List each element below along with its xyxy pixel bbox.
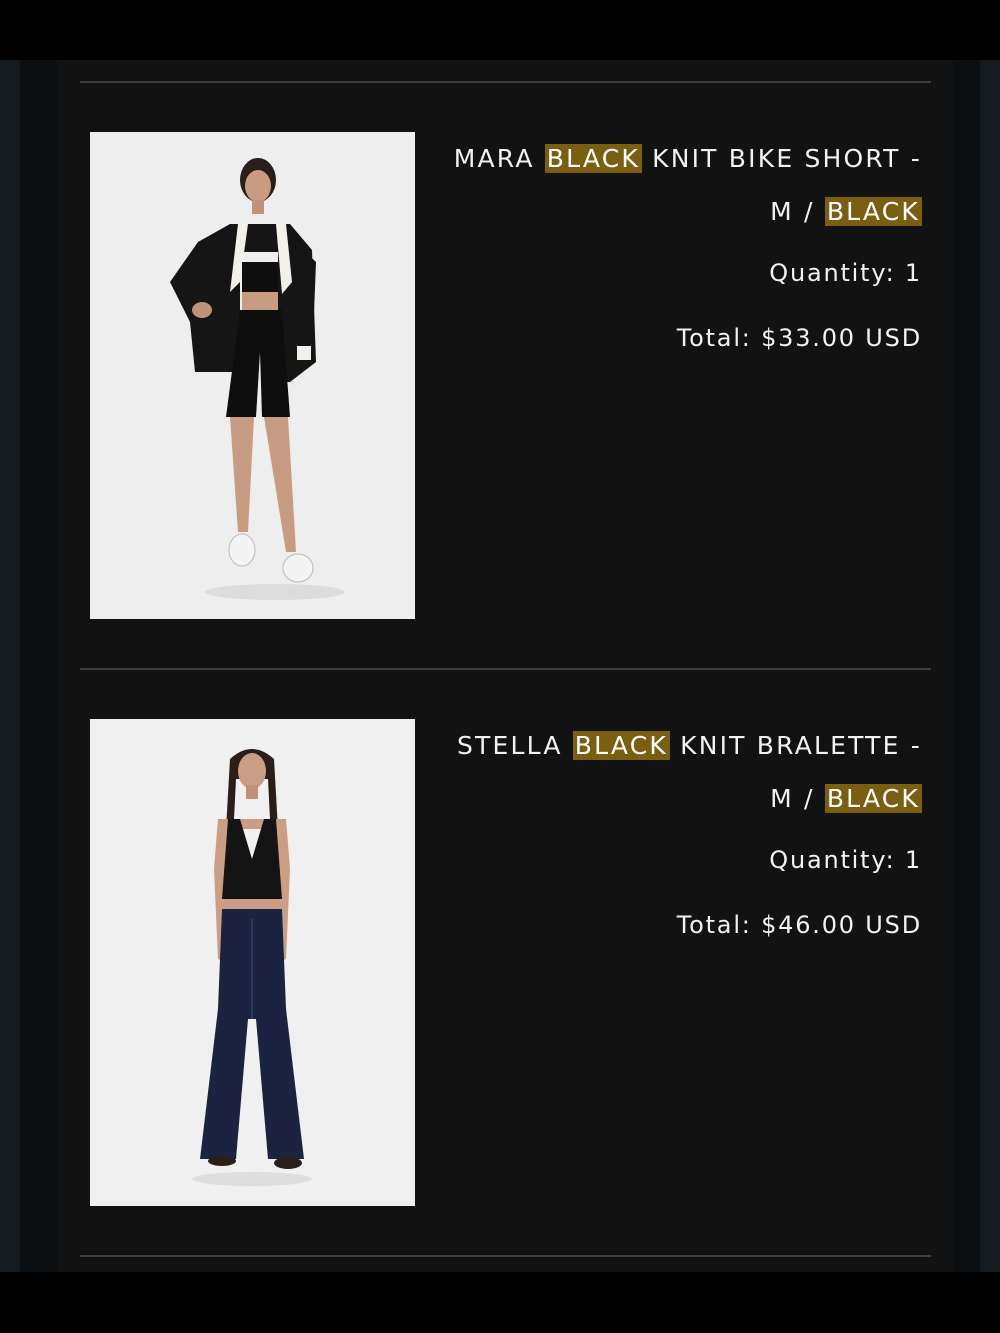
variant-highlight: BLACK: [824, 197, 922, 226]
product-info: MARA BLACK KNIT BIKE SHORT - M / BLACK Q…: [430, 132, 922, 352]
top-status-bar: [0, 0, 1000, 60]
item-divider: [80, 668, 931, 670]
product-info: STELLA BLACK KNIT BRALETTE - M / BLACK Q…: [430, 719, 922, 939]
title-prefix: STELLA: [456, 731, 573, 760]
title-highlight: BLACK: [544, 144, 642, 173]
item-divider: [80, 1255, 931, 1257]
title-highlight: BLACK: [572, 731, 670, 760]
product-total: Total: $33.00 USD: [676, 324, 922, 352]
product-image-bike-short[interactable]: [90, 132, 415, 619]
bottom-navigation-bar: [0, 1272, 1000, 1333]
product-total: Total: $46.00 USD: [676, 911, 922, 939]
product-quantity: Quantity: 1: [769, 259, 922, 287]
variant-prefix: M /: [770, 784, 825, 813]
variant-highlight: BLACK: [824, 784, 922, 813]
variant-prefix: M /: [770, 197, 825, 226]
product-title[interactable]: STELLA BLACK KNIT BRALETTE -: [430, 719, 922, 772]
model-photo-icon: [90, 132, 415, 619]
product-quantity: Quantity: 1: [769, 846, 922, 874]
product-image-bralette[interactable]: [90, 719, 415, 1206]
model-photo-icon: [90, 719, 415, 1206]
product-title[interactable]: MARA BLACK KNIT BIKE SHORT -: [430, 132, 922, 185]
product-variant: M / BLACK: [430, 772, 922, 825]
title-suffix: KNIT BIKE SHORT -: [641, 144, 922, 173]
title-suffix: KNIT BRALETTE -: [669, 731, 922, 760]
product-variant: M / BLACK: [430, 185, 922, 238]
title-prefix: MARA: [453, 144, 545, 173]
item-divider: [80, 81, 931, 83]
